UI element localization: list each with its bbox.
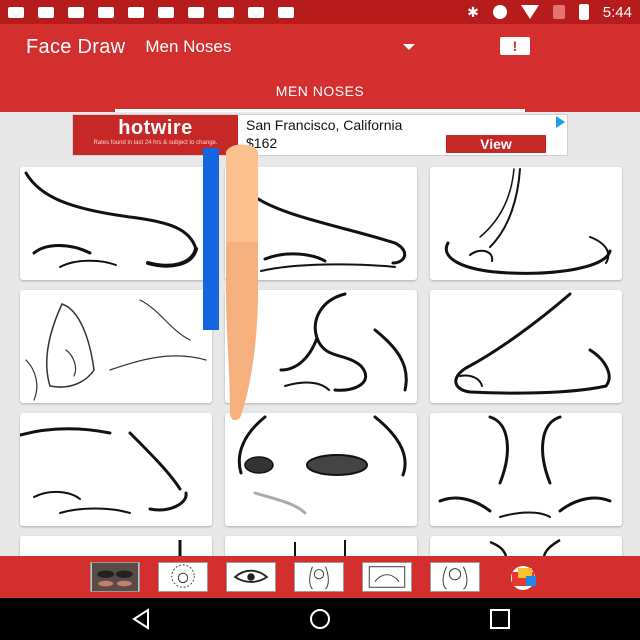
afro-app-icon[interactable] [158,562,208,592]
nose-drawing-8[interactable] [225,413,417,526]
app-title: Face Draw [26,35,126,58]
notification-icon [278,6,294,18]
sketch-app-icon[interactable] [362,562,412,592]
girl-drawing-app-icon[interactable] [294,562,344,592]
finger-overlay [226,144,258,420]
nose-drawing-7[interactable] [20,413,212,526]
home-icon[interactable] [307,607,333,631]
notification-icon [68,6,84,18]
notification-icon [218,6,234,18]
notification-icon [98,6,114,18]
battery-icon [578,4,589,20]
facebook-icon [38,6,54,18]
nose-drawing-3[interactable] [430,167,622,280]
eye-drawing-app-icon[interactable] [226,562,276,592]
ad-view-button[interactable]: View [446,135,546,153]
nose-drawing-11[interactable] [225,536,417,556]
content-area[interactable]: hotwire Rates found in last 24 hrs & sub… [0,112,640,556]
nose-drawing-1[interactable] [20,167,212,280]
bluetooth-icon: ✱ [467,3,479,20]
ad-fine-print: Rates found in last 24 hrs & subject to … [93,140,218,146]
dropdown-arrow-icon [403,44,416,50]
nose-drawing-10[interactable] [20,536,212,556]
category-spinner[interactable]: Men Noses [145,37,416,57]
notification-icon [128,6,144,18]
status-bar: ✱ 5:44 [0,0,640,24]
tab-bar: MEN NOSES [0,70,640,112]
do-not-disturb-icon [492,5,507,19]
promo-bar [0,556,640,598]
notification-icon [158,6,174,18]
anime-app-icon[interactable] [430,562,480,592]
recents-icon[interactable] [487,607,513,631]
category-spinner-label: Men Noses [145,37,232,56]
paint-app-icon[interactable] [498,562,548,592]
wifi-icon [520,5,539,19]
ad-banner[interactable]: hotwire Rates found in last 24 hrs & sub… [72,114,568,156]
notification-icon [248,6,264,18]
ad-choices-icon[interactable] [556,116,565,128]
ad-city: San Francisco, California [246,117,403,133]
app-bar: Face Draw Men Noses ! [0,24,640,70]
navigation-bar [0,598,640,640]
tab-men-noses[interactable]: MEN NOSES [115,70,525,112]
nose-drawing-4[interactable] [20,290,212,403]
nose-drawing-9[interactable] [430,413,622,526]
clock: 5:44 [602,3,632,21]
nose-drawing-12[interactable] [430,536,622,556]
notification-icon [188,6,204,18]
scroll-indicator [203,148,219,330]
signal-icon [552,5,565,19]
notification-icon [8,6,24,18]
ad-brand: hotwire [118,117,193,139]
nose-drawing-6[interactable] [430,290,622,403]
eyes-app-icon[interactable] [90,562,140,592]
feedback-icon[interactable]: ! [500,37,530,55]
back-icon[interactable] [128,607,154,631]
